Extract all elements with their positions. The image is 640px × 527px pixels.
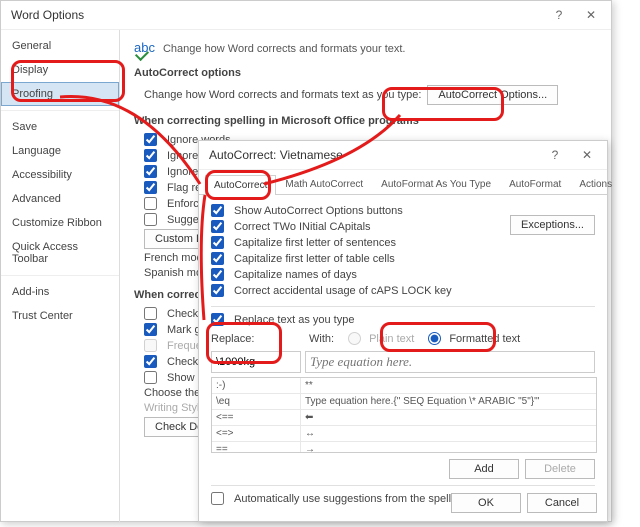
lbl-formatted-text: Formatted text: [449, 333, 520, 345]
dialog-title: Word Options: [11, 8, 84, 22]
chk-ignore-internet[interactable]: [144, 165, 157, 178]
cancel-button[interactable]: Cancel: [527, 493, 597, 513]
delete-button[interactable]: Delete: [525, 459, 595, 479]
sidebar: GeneralDisplayProofing SaveLanguageAccess…: [1, 30, 120, 522]
chk-two-caps[interactable]: [211, 220, 224, 233]
tab-autoformat-as-you-type[interactable]: AutoFormat As You Type: [372, 174, 500, 194]
lbl-show-buttons: Show AutoCorrect Options buttons: [234, 205, 403, 217]
chk-replace-as-type[interactable]: [211, 313, 224, 326]
autocorrect-dialog: AutoCorrect: Vietnamese ? ✕ AutoCorrectM…: [198, 140, 608, 522]
chk-check-grammar[interactable]: [144, 355, 157, 368]
chk-ignore-words-2[interactable]: [144, 149, 157, 162]
table-row[interactable]: <==⬅: [212, 410, 596, 426]
radio-formatted-text[interactable]: [428, 332, 441, 345]
chk-cap-cells[interactable]: [211, 252, 224, 265]
replace-input[interactable]: [211, 351, 301, 373]
autocorrect-help-button[interactable]: ?: [539, 142, 571, 168]
lbl-caps-lock: Correct accidental usage of cAPS LOCK ke…: [234, 285, 452, 297]
tab-autocorrect[interactable]: AutoCorrect: [205, 175, 276, 195]
chk-mark-grammar[interactable]: [144, 323, 157, 336]
autocorrect-tabs: AutoCorrectMath AutoCorrectAutoFormat As…: [199, 170, 607, 195]
with-label: With:: [309, 333, 334, 345]
panel-header: Change how Word corrects and formats you…: [163, 43, 406, 55]
sidebar-item-advanced[interactable]: Advanced: [1, 187, 119, 211]
tab-autoformat[interactable]: AutoFormat: [500, 174, 570, 194]
chk-cap-sentences[interactable]: [211, 236, 224, 249]
lbl-cap-days: Capitalize names of days: [234, 269, 357, 281]
lbl-plain-text: Plain text: [369, 333, 414, 345]
replace-table[interactable]: :-)**\eqType equation here.{" SEQ Equati…: [211, 377, 597, 453]
exceptions-button[interactable]: Exceptions...: [510, 215, 595, 235]
chk-frequently: [144, 339, 157, 352]
ok-button[interactable]: OK: [451, 493, 521, 513]
sidebar-item-language[interactable]: Language: [1, 139, 119, 163]
sidebar-item-trust-center[interactable]: Trust Center: [1, 304, 119, 328]
with-input[interactable]: [305, 351, 595, 373]
chk-check-spelling[interactable]: [144, 307, 157, 320]
lbl-replace-as-type: Replace text as you type: [234, 314, 354, 326]
sidebar-item-customize-ribbon[interactable]: Customize Ribbon: [1, 211, 119, 235]
tab-actions[interactable]: Actions: [570, 174, 621, 194]
autocorrect-options-button[interactable]: AutoCorrect Options...: [427, 85, 558, 105]
autocorrect-title: AutoCorrect: Vietnamese: [209, 148, 343, 162]
chk-ignore-words-1[interactable]: [144, 133, 157, 146]
sidebar-item-general[interactable]: General: [1, 34, 119, 58]
chk-show-buttons[interactable]: [211, 204, 224, 217]
autocorrect-close-button[interactable]: ✕: [571, 142, 603, 168]
sidebar-item-quick-access-toolbar[interactable]: Quick Access Toolbar: [1, 235, 119, 271]
autocorrect-text: Change how Word corrects and formats tex…: [144, 89, 421, 101]
table-row[interactable]: ==→: [212, 442, 596, 454]
lbl-cap-cells: Capitalize first letter of table cells: [234, 253, 395, 265]
chk-auto-suggestions[interactable]: [211, 492, 224, 505]
sidebar-item-save[interactable]: Save: [1, 115, 119, 139]
autocorrect-titlebar: AutoCorrect: Vietnamese ? ✕: [199, 141, 607, 170]
sidebar-item-add-ins[interactable]: Add-ins: [1, 280, 119, 304]
radio-plain-text: [348, 332, 361, 345]
proofing-icon: abc: [134, 40, 155, 57]
table-row[interactable]: \eqType equation here.{" SEQ Equation \*…: [212, 394, 596, 410]
chk-show-readability[interactable]: [144, 371, 157, 384]
lbl-two-caps: Correct TWo INitial CApitals: [234, 221, 371, 233]
close-button[interactable]: ✕: [575, 2, 607, 28]
sidebar-item-proofing[interactable]: Proofing: [1, 82, 119, 106]
section-autocorrect: AutoCorrect options: [134, 67, 597, 79]
section-spelling-office: When correcting spelling in Microsoft Of…: [134, 115, 597, 127]
replace-label: Replace:: [211, 333, 254, 345]
chk-caps-lock[interactable]: [211, 284, 224, 297]
sidebar-item-accessibility[interactable]: Accessibility: [1, 163, 119, 187]
chk-flag-repeated[interactable]: [144, 181, 157, 194]
help-button[interactable]: ?: [543, 2, 575, 28]
table-row[interactable]: :-)**: [212, 378, 596, 394]
sidebar-item-display[interactable]: Display: [1, 58, 119, 82]
lbl-cap-sentences: Capitalize first letter of sentences: [234, 237, 396, 249]
word-options-titlebar: Word Options ? ✕: [1, 1, 611, 30]
chk-enforce-accent[interactable]: [144, 197, 157, 210]
table-row[interactable]: <=>↔: [212, 426, 596, 442]
tab-math-autocorrect[interactable]: Math AutoCorrect: [276, 174, 372, 194]
add-button[interactable]: Add: [449, 459, 519, 479]
chk-cap-days[interactable]: [211, 268, 224, 281]
chk-suggest-from[interactable]: [144, 213, 157, 226]
